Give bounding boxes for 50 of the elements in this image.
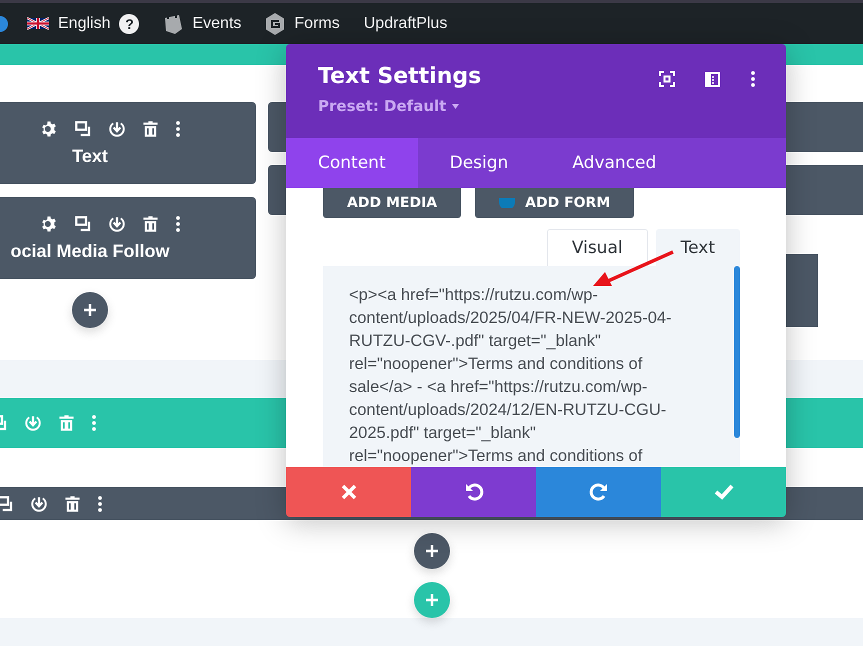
more-icon[interactable] (750, 70, 756, 88)
download-icon[interactable] (30, 494, 48, 512)
trash-icon[interactable] (142, 120, 158, 138)
settings-tab[interactable]: Advanced (540, 138, 688, 188)
admin-bar-item[interactable]: Forms (294, 14, 340, 32)
hexagon-icon (265, 12, 286, 34)
caret-icon (452, 104, 460, 108)
gear-icon[interactable] (40, 120, 58, 138)
admin-bar-item[interactable]: UpdraftPlus (364, 14, 448, 32)
admin-bar-item[interactable]: English (58, 14, 110, 32)
code-editor-field[interactable]: <p><a href="https://rutzu.com/wp-content/uploads/2025/04/FR-NEW-2025-04-RUTZU-CGV-.pdf" target="_blank" rel="noopener">Terms and conditions of sale</a> - <a href="https://rutzu.com/wp-content/uploads/2024/12/EN-RUTZU-CGU-2025.pdf" target="_blank" rel="noopener">Terms and conditions of (323, 266, 740, 467)
admin-bar-item[interactable]: Events (192, 14, 242, 32)
form-icon (499, 198, 516, 208)
scrollbar-thumb[interactable] (734, 266, 740, 438)
editor-tab[interactable]: Visual (546, 229, 648, 266)
download-icon[interactable] (108, 214, 126, 232)
close-icon (340, 484, 356, 500)
module-block[interactable]: ocial Media Follow (0, 197, 256, 279)
undo-icon (464, 482, 484, 502)
module-block[interactable]: Text (0, 102, 256, 184)
trash-icon[interactable] (64, 494, 81, 512)
more-icon[interactable] (174, 120, 180, 138)
modal-title: Text Settings (318, 64, 482, 89)
undo-button[interactable] (411, 467, 536, 517)
flag-icon (27, 16, 49, 31)
module-label: ocial Media Follow (10, 240, 170, 262)
duplicate-icon[interactable] (74, 120, 92, 138)
more-icon[interactable] (97, 494, 103, 512)
duplicate-icon[interactable] (74, 214, 92, 232)
add-module-button[interactable] (72, 292, 108, 328)
redo-icon (588, 482, 608, 502)
download-icon[interactable] (108, 120, 126, 138)
editor-tab[interactable]: Text (656, 229, 740, 266)
plus-icon[interactable] (83, 303, 97, 317)
expand-icon[interactable] (659, 71, 675, 87)
gear-icon[interactable] (40, 214, 58, 232)
add-form-button[interactable]: ADD FORM (475, 188, 634, 218)
add-media-button[interactable]: ADD MEDIA (323, 188, 462, 218)
plus-icon[interactable] (424, 544, 438, 558)
check-icon (714, 484, 734, 500)
sidebar-icon[interactable] (705, 72, 720, 86)
help-icon[interactable]: ? (119, 14, 140, 34)
duplicate-icon[interactable] (0, 494, 14, 512)
trash-icon[interactable] (142, 214, 158, 232)
settings-tab[interactable]: Content (286, 138, 418, 188)
settings-tab[interactable]: Design (418, 138, 540, 188)
module-label: Text (72, 146, 108, 166)
more-icon[interactable] (174, 214, 180, 232)
preset-dropdown[interactable]: Preset: Default (318, 97, 482, 115)
add-module-button[interactable] (414, 533, 450, 569)
